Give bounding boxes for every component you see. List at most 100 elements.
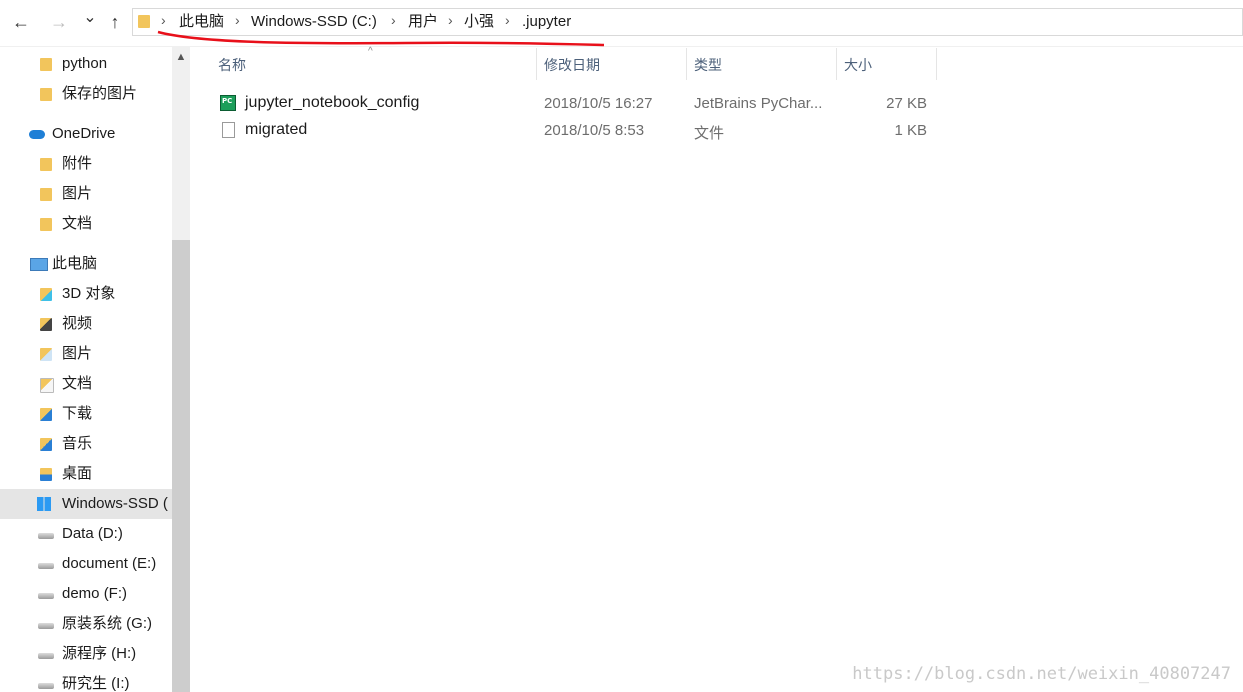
sidebar-item-label: 图片 [62, 185, 93, 202]
forward-arrow-icon[interactable]: → [48, 10, 70, 34]
scroll-up-chevron-icon[interactable]: ▲ [172, 51, 190, 63]
file-name: jupyter_notebook_config [245, 94, 420, 111]
drive-icon [38, 533, 54, 539]
folder-icon [138, 15, 150, 28]
sidebar-item-music[interactable]: 音乐 [0, 429, 172, 459]
sidebar-item-label: python [62, 55, 108, 72]
sidebar-item-data-d[interactable]: Data (D:) [0, 519, 172, 549]
pycharm-file-icon [220, 95, 236, 111]
sidebar-item-pictures[interactable]: 图片 [0, 339, 172, 369]
sidebar-item-onedrive-pictures[interactable]: 图片 [0, 179, 172, 209]
onedrive-cloud-icon [29, 130, 45, 139]
sidebar-item-downloads[interactable]: 下载 [0, 399, 172, 429]
drive-icon [38, 593, 54, 599]
3d-objects-icon [40, 288, 52, 301]
sidebar-item-label: 3D 对象 [62, 285, 116, 302]
sidebar-item-documents[interactable]: 文档 [0, 369, 172, 399]
pictures-icon [40, 348, 52, 361]
breadcrumb-separator-icon: › [391, 12, 396, 28]
back-arrow-icon[interactable]: ← [10, 10, 32, 34]
sidebar-item-label: 此电脑 [52, 255, 98, 272]
column-divider[interactable] [936, 48, 937, 80]
sidebar-item-demo-f[interactable]: demo (F:) [0, 579, 172, 609]
file-row[interactable]: migrated 2018/10/5 8:53 文件 1 KB [216, 118, 936, 144]
folder-icon [40, 188, 52, 201]
sidebar-item-attachments[interactable]: 附件 [0, 149, 172, 179]
column-header-size[interactable]: 大小 [844, 46, 872, 82]
sidebar-item-label: Data (D:) [62, 525, 123, 542]
breadcrumb-separator-icon: › [161, 12, 166, 28]
videos-icon [40, 318, 52, 331]
file-type: 文件 [694, 125, 725, 142]
sort-ascending-chevron-icon: ^ [368, 46, 373, 57]
column-header-type[interactable]: 类型 [694, 46, 722, 82]
sidebar-item-label: 保存的图片 [62, 85, 138, 102]
folder-icon [40, 58, 52, 71]
file-size: 27 KB [886, 95, 927, 112]
sidebar-item-label: OneDrive [52, 125, 116, 142]
watermark-text: https://blog.csdn.net/weixin_40807247 [852, 664, 1231, 684]
breadcrumb-separator-icon: › [448, 12, 453, 28]
sidebar-item-onedrive[interactable]: OneDrive [0, 119, 172, 149]
sidebar-item-this-pc[interactable]: 此电脑 [0, 249, 172, 279]
sidebar-item-windows-ssd[interactable]: Windows-SSD ( [0, 489, 172, 519]
file-list-pane: ^ 名称 修改日期 类型 大小 jupyter_notebook_config … [190, 46, 1243, 692]
sidebar-item-source-h[interactable]: 源程序 (H:) [0, 639, 172, 669]
sidebar-item-label: 研究生 (I:) [62, 675, 130, 692]
file-modified: 2018/10/5 8:53 [544, 122, 645, 139]
sidebar-item-onedrive-documents[interactable]: 文档 [0, 209, 172, 239]
computer-icon [30, 258, 48, 271]
sidebar-item-label: demo (F:) [62, 585, 128, 602]
sidebar-item-graduate-i[interactable]: 研究生 (I:) [0, 669, 172, 692]
breadcrumb-separator-icon: › [235, 12, 240, 28]
sidebar-item-label: 桌面 [62, 465, 93, 482]
drive-icon [38, 653, 54, 659]
up-arrow-icon[interactable]: ↑ [104, 10, 126, 34]
sidebar-item-python[interactable]: python [0, 49, 172, 79]
file-modified: 2018/10/5 16:27 [544, 95, 653, 112]
sidebar-item-label: 文档 [62, 215, 93, 232]
sidebar-item-label: 附件 [62, 155, 93, 172]
sidebar-scrollbar[interactable]: ▲ [172, 46, 190, 692]
address-toolbar: ← → ⌄ ↑ › 此电脑 › Windows-SSD (C:) › 用户 › … [0, 0, 1243, 47]
documents-icon [40, 378, 54, 393]
scrollbar-thumb[interactable] [172, 240, 190, 692]
drive-icon [38, 683, 54, 689]
sidebar-item-label: 文档 [62, 375, 93, 392]
column-divider[interactable] [836, 48, 837, 80]
sidebar-item-label: 原装系统 (G:) [62, 615, 152, 632]
folder-icon [40, 158, 52, 171]
drive-icon [38, 623, 54, 629]
blank-file-icon [222, 122, 235, 138]
music-icon [40, 438, 52, 451]
breadcrumb-separator-icon: › [505, 12, 510, 28]
sidebar-item-label: Windows-SSD ( [62, 495, 168, 512]
column-header-name[interactable]: 名称 [218, 46, 246, 82]
sidebar-item-document-e[interactable]: document (E:) [0, 549, 172, 579]
sidebar-item-label: 视频 [62, 315, 93, 332]
sidebar-item-label: 音乐 [62, 435, 93, 452]
desktop-icon [40, 468, 52, 481]
column-divider[interactable] [686, 48, 687, 80]
sidebar-item-3d-objects[interactable]: 3D 对象 [0, 279, 172, 309]
sidebar-item-videos[interactable]: 视频 [0, 309, 172, 339]
recent-locations-chevron-icon[interactable]: ⌄ [79, 6, 101, 30]
sidebar-item-label: 源程序 (H:) [62, 645, 137, 662]
sidebar-item-label: document (E:) [62, 555, 157, 572]
navigation-pane: python 保存的图片 OneDrive 附件 图片 文档 此电脑 3D 对象… [0, 46, 190, 692]
sidebar-item-label: 图片 [62, 345, 93, 362]
sidebar-item-desktop[interactable]: 桌面 [0, 459, 172, 489]
column-divider[interactable] [536, 48, 537, 80]
folder-icon [40, 88, 52, 101]
drive-icon [38, 563, 54, 569]
sidebar-item-system-g[interactable]: 原装系统 (G:) [0, 609, 172, 639]
file-name: migrated [245, 121, 308, 138]
folder-icon [40, 218, 52, 231]
file-row[interactable]: jupyter_notebook_config 2018/10/5 16:27 … [216, 91, 936, 117]
sidebar-item-label: 下载 [62, 405, 93, 422]
sidebar-item-saved-pictures[interactable]: 保存的图片 [0, 79, 172, 109]
file-type: JetBrains PyChar... [694, 95, 823, 112]
windows-drive-icon [37, 497, 51, 511]
column-header-modified[interactable]: 修改日期 [544, 46, 600, 82]
file-size: 1 KB [894, 122, 927, 139]
